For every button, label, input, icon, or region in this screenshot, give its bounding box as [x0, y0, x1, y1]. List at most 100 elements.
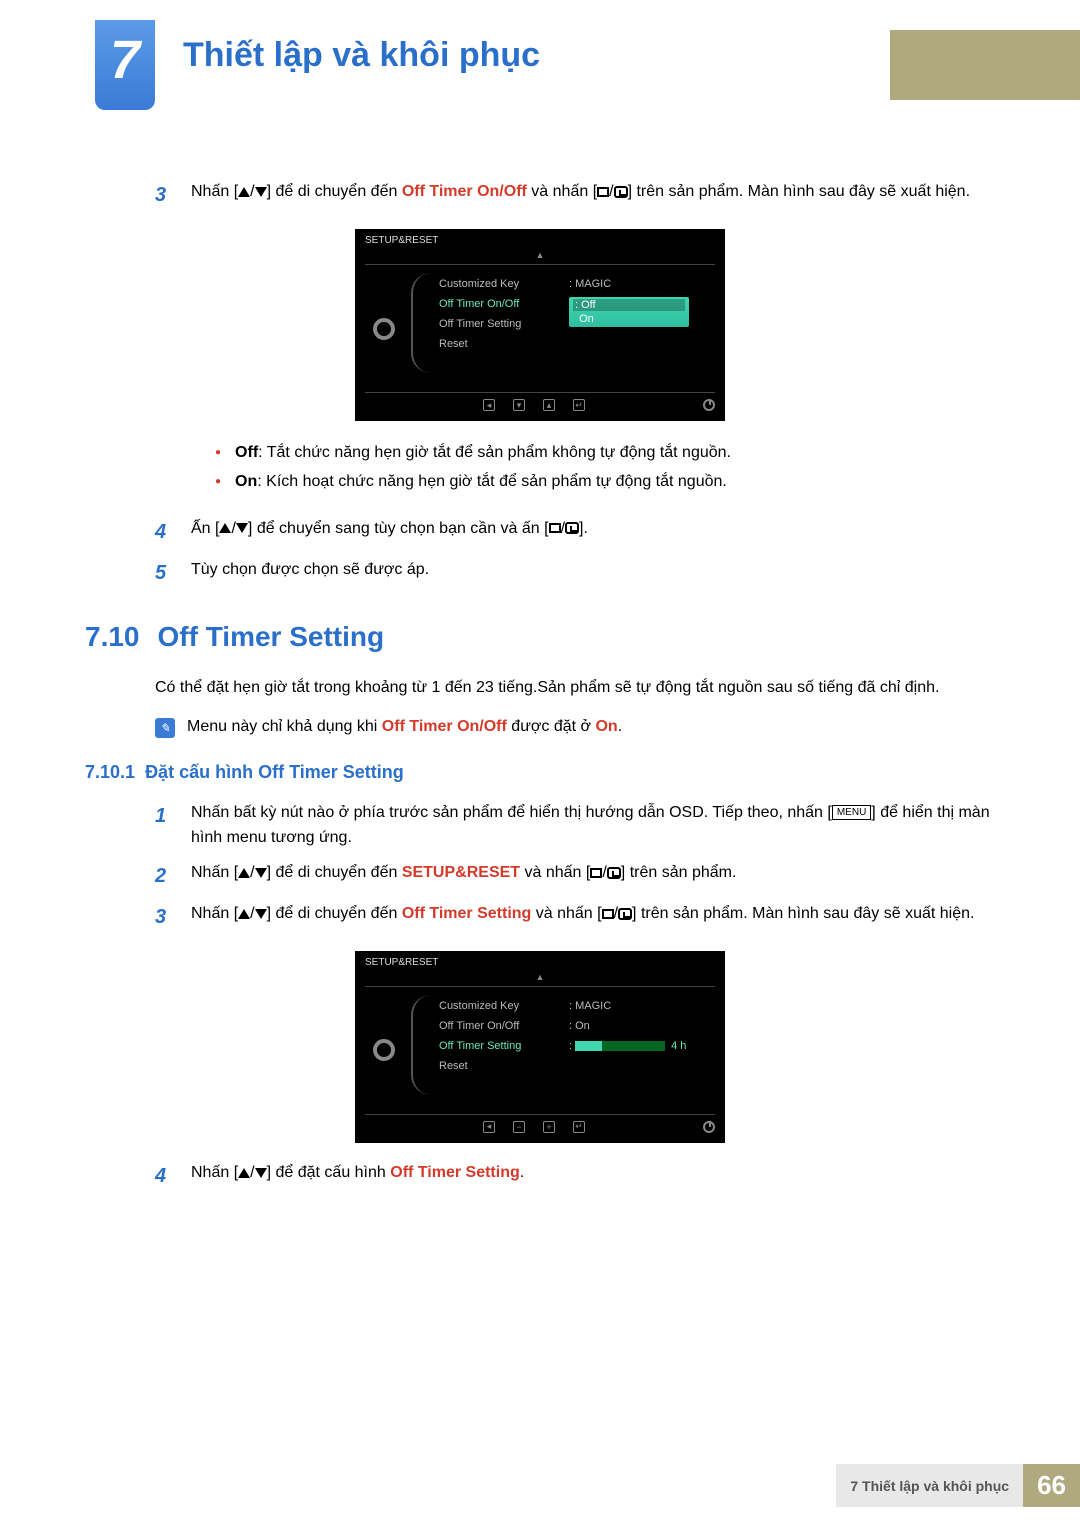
- t: : Kích hoạt chức năng hẹn giờ tắt để sản…: [257, 473, 727, 490]
- down-icon: [255, 909, 267, 919]
- osd-label: Reset: [439, 1059, 549, 1073]
- caret-up-icon: ▲: [365, 250, 715, 260]
- t: Nhấn [: [191, 905, 238, 922]
- t: ] trên sản phẩm. Màn hình sau đây sẽ xuấ…: [632, 905, 974, 922]
- enter-icon: [565, 522, 579, 534]
- section-paragraph: Có thể đặt hẹn giờ tắt trong khoảng từ 1…: [155, 675, 995, 701]
- osd-label: Customized Key: [439, 277, 549, 291]
- arc-decoration: [411, 995, 431, 1095]
- nav-plus-icon: +: [543, 1121, 555, 1133]
- t: ] để di chuyển đến: [267, 864, 402, 881]
- power-icon: [703, 399, 715, 411]
- gear-icon: [373, 318, 395, 340]
- section-title: Off Timer Setting: [158, 621, 385, 653]
- bold: Off Timer On/Off: [382, 718, 507, 735]
- osd-value: : MAGIC: [569, 277, 715, 291]
- dropdown-option-selected: : Off: [573, 299, 685, 311]
- bold: Off Timer On/Off: [402, 183, 527, 200]
- bold: On: [235, 473, 257, 490]
- nav-left-icon: ◂: [483, 399, 495, 411]
- nav-enter-icon: ↵: [573, 1121, 585, 1133]
- t: ] trên sản phẩm. Màn hình sau đây sẽ xuấ…: [628, 183, 970, 200]
- t: ] để chuyển sang tùy chọn bạn cần và ấn …: [248, 520, 549, 537]
- menu-key-icon: MENU: [832, 805, 871, 820]
- step-text: Tùy chọn được chọn sẽ được áp.: [191, 558, 995, 589]
- rect-icon: [597, 187, 609, 197]
- bold: On: [595, 718, 617, 735]
- t: Menu này chỉ khả dụng khi: [187, 718, 382, 735]
- t: Nhấn [: [191, 1164, 238, 1181]
- step-text: Nhấn bất kỳ nút nào ở phía trước sản phẩ…: [191, 801, 995, 851]
- section-heading: 7.10 Off Timer Setting: [85, 621, 995, 653]
- t: Ấn [: [191, 520, 219, 537]
- chapter-number-badge: 7: [95, 20, 155, 110]
- step-text: Nhấn [/] để di chuyển đến Off Timer On/O…: [191, 180, 995, 211]
- up-icon: [238, 1168, 250, 1178]
- step-number: 3: [155, 902, 175, 933]
- step-number: 5: [155, 558, 175, 589]
- t: ] để đặt cấu hình: [267, 1164, 391, 1181]
- chapter-header: 7 Thiết lập và khôi phục: [95, 20, 540, 110]
- arc-decoration: [411, 273, 431, 373]
- enter-icon: [607, 867, 621, 879]
- t: ] để di chuyển đến: [267, 183, 402, 200]
- enter-icon: [618, 908, 632, 920]
- step-5: 5 Tùy chọn được chọn sẽ được áp.: [155, 558, 995, 589]
- bold: Off: [235, 444, 258, 461]
- step-number: 3: [155, 180, 175, 211]
- step-text: Nhấn [/] để đặt cấu hình Off Timer Setti…: [191, 1161, 995, 1192]
- note-icon: ✎: [155, 718, 175, 738]
- osd-value: : MAGIC: [569, 999, 715, 1013]
- v: 4 h: [671, 1040, 686, 1052]
- step-text: Nhấn [/] để di chuyển đến SETUP&RESET và…: [191, 861, 995, 892]
- v: Off: [581, 299, 595, 311]
- bold: SETUP&RESET: [402, 864, 520, 881]
- up-icon: [238, 909, 250, 919]
- t: : Tắt chức năng hẹn giờ tắt để sản phẩm …: [258, 444, 731, 461]
- down-icon: [255, 1168, 267, 1178]
- t: được đặt ở: [507, 718, 596, 735]
- step-b3: 3 Nhấn [/] để di chuyển đến Off Timer Se…: [155, 902, 995, 933]
- bullet-dot-icon: ●: [215, 439, 221, 468]
- down-icon: [255, 187, 267, 197]
- osd-title: SETUP&RESET: [365, 235, 715, 246]
- osd-dropdown: : Off On: [569, 297, 689, 327]
- v: MAGIC: [575, 278, 611, 290]
- bullet-dot-icon: ●: [215, 468, 221, 497]
- bold: Off Timer Setting: [390, 1164, 520, 1181]
- t: và nhấn [: [520, 864, 590, 881]
- header-accent-strip: [890, 30, 1080, 100]
- up-icon: [238, 868, 250, 878]
- slider-icon: [575, 1041, 665, 1051]
- caret-up-icon: ▲: [365, 972, 715, 982]
- footer-label: 7 Thiết lập và khôi phục: [836, 1464, 1023, 1507]
- chapter-title: Thiết lập và khôi phục: [183, 36, 540, 75]
- osd-footer: ◂ − + ↵: [365, 1114, 715, 1133]
- page-footer: 7 Thiết lập và khôi phục 66: [836, 1464, 1080, 1507]
- subsection-heading: 7.10.1 Đặt cấu hình Off Timer Setting: [85, 762, 995, 783]
- step-number: 1: [155, 801, 175, 851]
- nav-minus-icon: −: [513, 1121, 525, 1133]
- bold: Off Timer Setting: [402, 905, 532, 922]
- t: Nhấn [: [191, 864, 238, 881]
- osd-title: SETUP&RESET: [365, 957, 715, 968]
- v: On: [579, 313, 594, 325]
- up-icon: [219, 523, 231, 533]
- nav-down-icon: ▾: [513, 399, 525, 411]
- note-text: Menu này chỉ khả dụng khi Off Timer On/O…: [187, 718, 622, 736]
- t: và nhấn [: [527, 183, 597, 200]
- v: MAGIC: [575, 1000, 611, 1012]
- osd-label: Off Timer Setting: [439, 317, 549, 331]
- dropdown-option: On: [573, 313, 685, 325]
- step-b1: 1 Nhấn bất kỳ nút nào ở phía trước sản p…: [155, 801, 995, 851]
- t: .: [618, 718, 622, 735]
- osd-label: Reset: [439, 337, 549, 351]
- rect-icon: [590, 868, 602, 878]
- up-icon: [238, 187, 250, 197]
- osd-label: Off Timer On/Off: [439, 1019, 549, 1033]
- rect-icon: [549, 523, 561, 533]
- step-number: 4: [155, 1161, 175, 1192]
- t: ] trên sản phẩm.: [621, 864, 737, 881]
- power-icon: [703, 1121, 715, 1133]
- osd-label-highlight: Off Timer Setting: [439, 1039, 549, 1053]
